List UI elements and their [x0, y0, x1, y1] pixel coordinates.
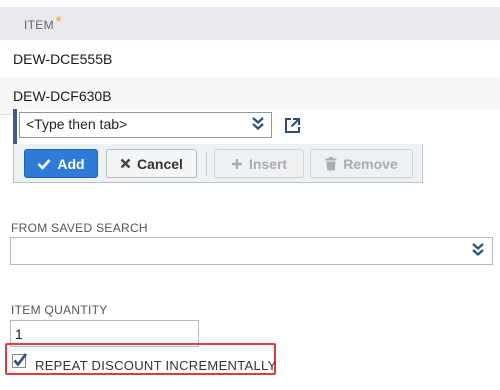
item-quantity-label: ITEM QUANTITY: [11, 303, 108, 317]
table-row[interactable]: DEW-DCE555B: [0, 40, 500, 78]
item-header-text: ITEM: [24, 17, 54, 32]
cancel-button-label: Cancel: [137, 155, 183, 172]
x-icon: [120, 158, 131, 169]
checkmark-icon: [13, 353, 28, 367]
item-column-header[interactable]: ITEM *: [0, 7, 500, 40]
toolbar-divider: [206, 152, 207, 176]
double-chevron-down-icon[interactable]: [471, 241, 485, 262]
plus-icon: [231, 158, 242, 169]
remove-button[interactable]: Remove: [310, 149, 413, 178]
remove-button-label: Remove: [343, 155, 398, 172]
double-chevron-down-icon[interactable]: [251, 115, 265, 134]
cancel-button[interactable]: Cancel: [106, 149, 197, 178]
item-cell: DEW-DCE555B: [13, 50, 113, 67]
item-quantity-value: 1: [15, 326, 23, 342]
repeat-discount-label[interactable]: REPEAT DISCOUNT INCREMENTALLY: [35, 358, 277, 373]
item-input-value: <Type then tab>: [26, 116, 128, 132]
add-button-label: Add: [57, 155, 85, 172]
insert-button-label: Insert: [248, 155, 288, 172]
checkmark-icon: [37, 158, 51, 170]
repeat-discount-checkbox[interactable]: [12, 353, 28, 368]
trash-icon: [325, 156, 337, 170]
saved-search-select[interactable]: [10, 237, 493, 265]
item-column-label: ITEM *: [24, 12, 62, 32]
popout-icon[interactable]: [284, 117, 301, 139]
item-select-input[interactable]: <Type then tab>: [19, 112, 272, 138]
item-cell: DEW-DCF630B: [13, 87, 112, 104]
insert-button[interactable]: Insert: [214, 149, 304, 178]
saved-search-label: FROM SAVED SEARCH: [11, 221, 148, 235]
required-asterisk: *: [55, 12, 62, 29]
add-button[interactable]: Add: [24, 149, 98, 178]
